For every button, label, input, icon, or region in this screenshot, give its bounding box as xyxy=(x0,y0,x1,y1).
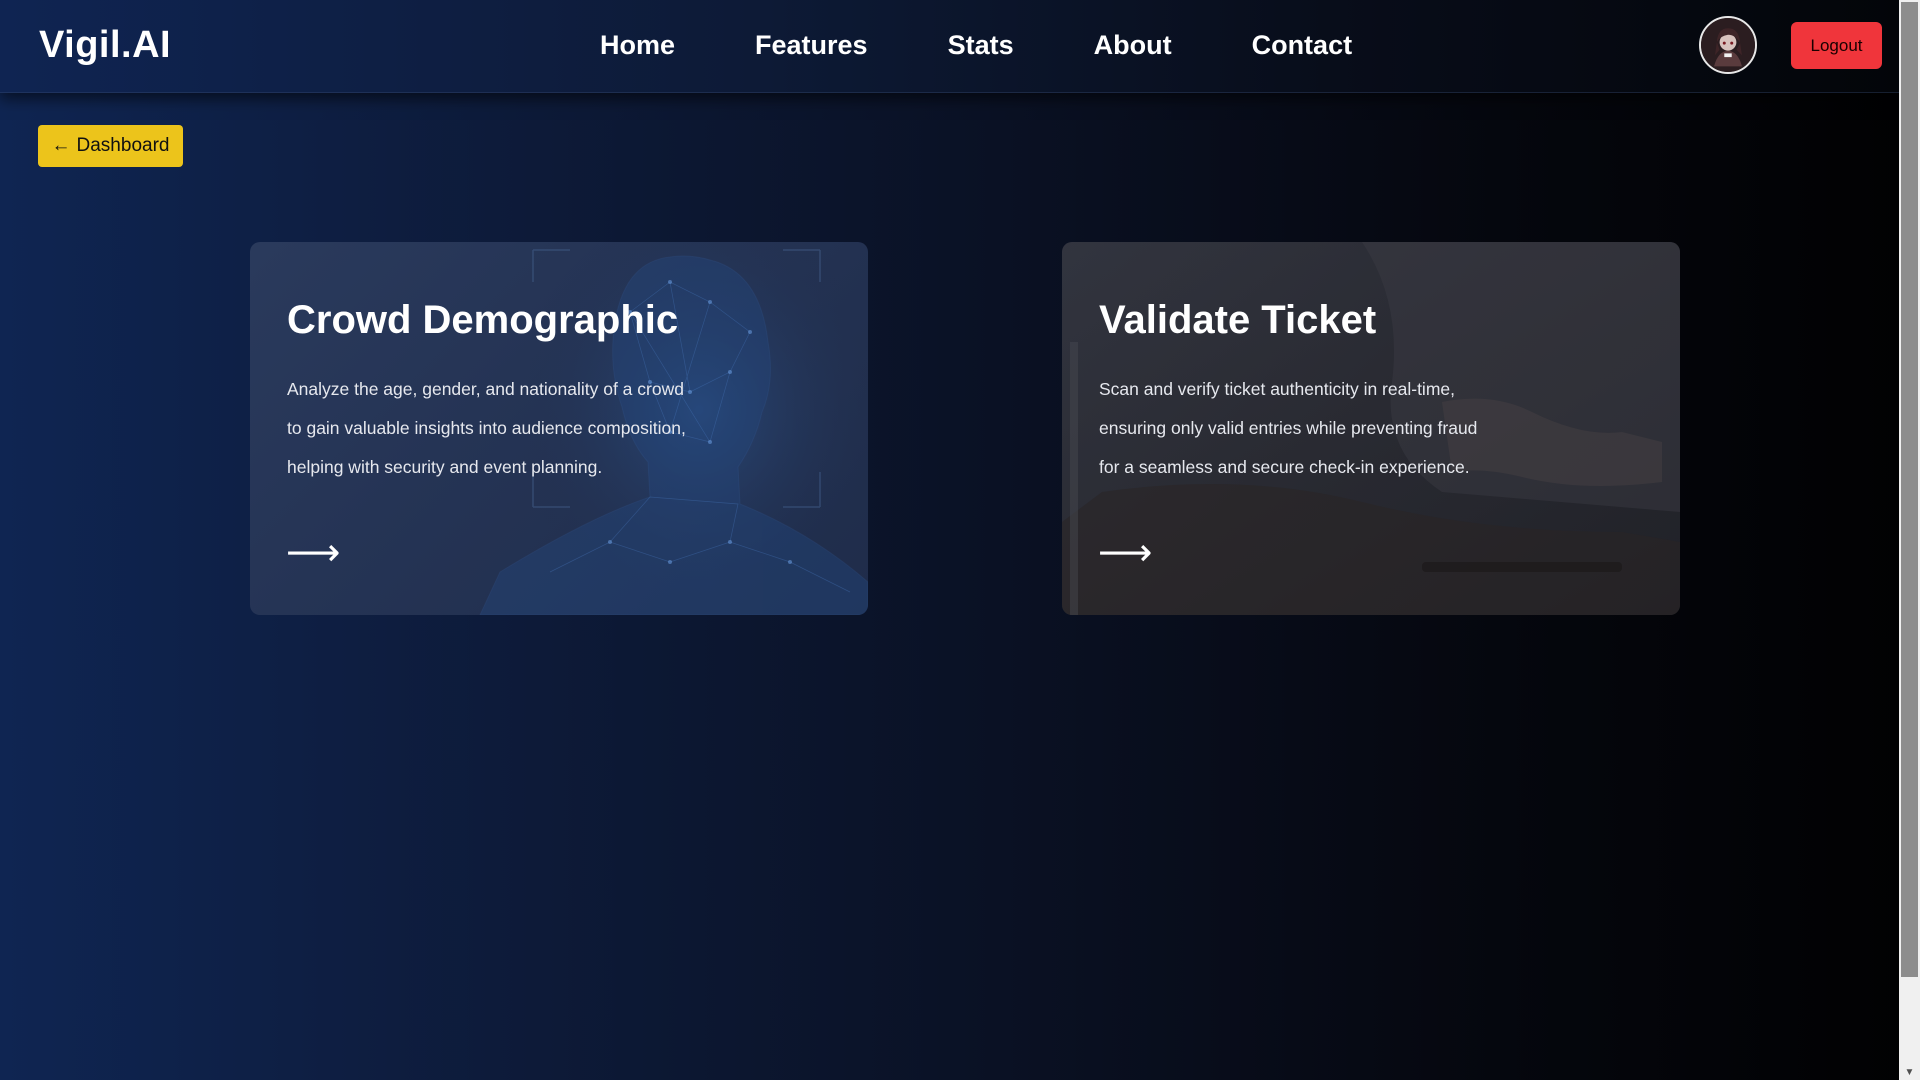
brand-logo[interactable]: Vigil.AI xyxy=(39,24,171,67)
crowd-demographic-card[interactable]: Crowd Demographic Analyze the age, gende… xyxy=(250,242,868,615)
back-button-label: Dashboard xyxy=(76,135,170,156)
card-desc-line: ensuring only valid entries while preven… xyxy=(1099,418,1478,438)
card-desc-line: helping with security and event planning… xyxy=(287,457,603,477)
validate-ticket-card[interactable]: Validate Ticket Scan and verify ticket a… xyxy=(1062,242,1680,615)
card-desc-line: Analyze the age, gender, and nationality… xyxy=(287,379,684,399)
scrollbar-thumb[interactable] xyxy=(1901,2,1918,977)
back-to-dashboard-button[interactable]: ← Dashboard xyxy=(38,125,183,167)
card-desc-line: to gain valuable insights into audience … xyxy=(287,418,686,438)
card-desc-line: Scan and verify ticket authenticity in r… xyxy=(1099,379,1455,399)
nav-about[interactable]: About xyxy=(1094,30,1172,61)
nav-home[interactable]: Home xyxy=(600,30,675,61)
nav-links: Home Features Stats About Contact xyxy=(600,30,1432,61)
arrow-right-icon[interactable]: ⟶ xyxy=(1098,534,1152,572)
arrow-right-icon[interactable]: ⟶ xyxy=(286,534,340,572)
logout-button[interactable]: Logout xyxy=(1791,22,1882,69)
back-arrow-icon: ← xyxy=(51,135,71,156)
nav-stats[interactable]: Stats xyxy=(948,30,1014,61)
card-desc-line: for a seamless and secure check-in exper… xyxy=(1099,457,1470,477)
user-avatar-icon[interactable] xyxy=(1699,16,1757,74)
card-description: Analyze the age, gender, and nationality… xyxy=(287,370,727,487)
nav-contact[interactable]: Contact xyxy=(1252,30,1353,61)
card-title: Validate Ticket xyxy=(1099,298,1377,342)
navbar: Vigil.AI Home Features Stats About Conta… xyxy=(0,0,1899,93)
page-scrollbar[interactable]: ▲ ▼ xyxy=(1899,0,1920,1080)
scroll-down-icon[interactable]: ▼ xyxy=(1899,1064,1920,1080)
nav-features[interactable]: Features xyxy=(755,30,868,61)
avatar-illustration xyxy=(1701,18,1755,72)
card-description: Scan and verify ticket authenticity in r… xyxy=(1099,370,1539,487)
card-title: Crowd Demographic xyxy=(287,298,679,342)
